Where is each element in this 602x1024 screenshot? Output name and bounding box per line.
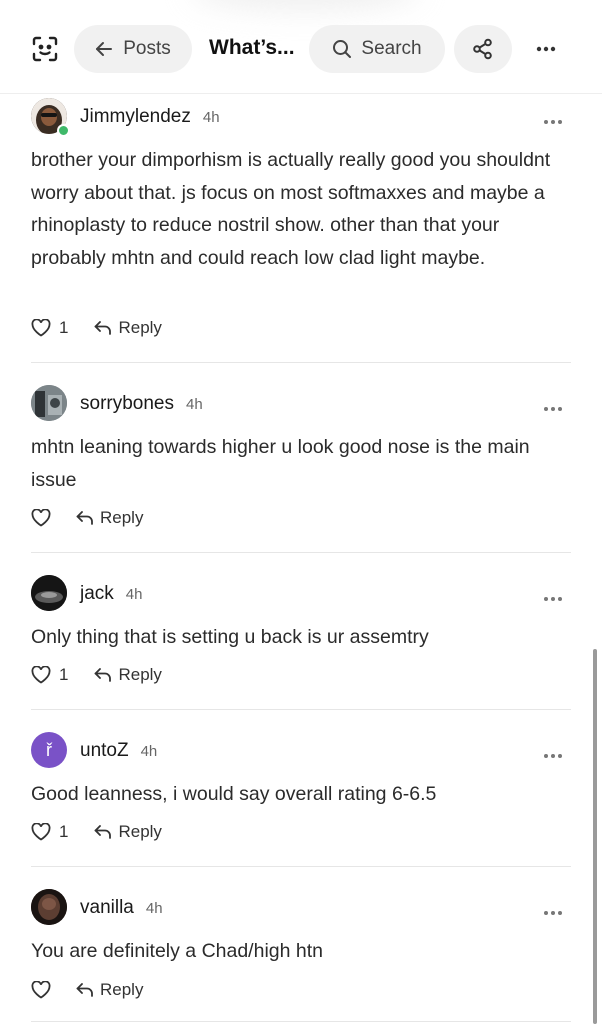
more-horizontal-icon[interactable] (532, 38, 560, 60)
divider (31, 1021, 571, 1022)
comment-time: 4h (125, 586, 143, 603)
divider (31, 552, 571, 553)
comment-time: 4h (140, 743, 158, 760)
divider (31, 709, 571, 710)
comment-text: mhtn leaning towards higher u look good … (31, 436, 530, 491)
reply-arrow-icon[interactable] (94, 321, 112, 335)
comment-actions: 1 Reply (31, 822, 162, 842)
comment-actions: Reply (31, 980, 143, 1000)
heart-icon[interactable] (31, 319, 51, 337)
comment-actions: 1 Reply (31, 318, 162, 338)
back-to-posts-button[interactable]: Posts (74, 25, 192, 73)
avatar-letter: ř (46, 739, 52, 760)
heart-icon[interactable] (31, 509, 51, 527)
share-button[interactable] (454, 25, 512, 73)
scrollbar[interactable] (593, 649, 597, 1024)
comment-more-icon[interactable] (543, 903, 563, 921)
comment-author[interactable]: jack 4h (80, 583, 142, 605)
comment-text: You are definitely a Chad/high htn (31, 940, 323, 962)
avatar[interactable] (31, 575, 67, 611)
comment-more-icon[interactable] (543, 399, 563, 417)
page-title: What’s... (209, 36, 295, 59)
reply-arrow-icon[interactable] (76, 983, 94, 997)
reply-button[interactable]: Reply (100, 980, 143, 1000)
comment-author[interactable]: untoZ 4h (80, 740, 157, 762)
heart-icon[interactable] (31, 666, 51, 684)
comment-actions: Reply (31, 508, 143, 528)
like-count: 1 (59, 822, 69, 841)
like-count: 1 (59, 318, 69, 337)
comment-actions: 1 Reply (31, 665, 162, 685)
heart-icon[interactable] (31, 823, 51, 841)
reply-arrow-icon[interactable] (94, 668, 112, 682)
comment-time: 4h (186, 396, 203, 413)
reply-arrow-icon[interactable] (76, 511, 94, 525)
reply-button[interactable]: Reply (118, 822, 161, 842)
comment-text: brother your dimporhism is actually real… (31, 149, 551, 269)
like-count: 1 (59, 665, 69, 684)
reply-button[interactable]: Reply (118, 318, 161, 338)
share-icon (472, 38, 494, 60)
comment-author[interactable]: sorrybones 4h (80, 393, 203, 415)
comment-more-icon[interactable] (543, 746, 563, 764)
avatar[interactable]: ř (31, 732, 67, 768)
search-button[interactable]: Search (309, 25, 445, 73)
reply-button[interactable]: Reply (100, 508, 143, 528)
avatar[interactable] (31, 889, 67, 925)
comment-author[interactable]: vanilla 4h (80, 897, 163, 919)
online-status-dot (57, 124, 70, 137)
divider (31, 362, 571, 363)
header-glow (190, 0, 420, 10)
comment-more-icon[interactable] (543, 589, 563, 607)
back-label: Posts (123, 38, 171, 59)
reply-arrow-icon[interactable] (94, 825, 112, 839)
comment-text: Good leanness, i would say overall ratin… (31, 783, 437, 805)
comment-more-icon[interactable] (543, 112, 563, 130)
heart-icon[interactable] (31, 981, 51, 999)
comment-time: 4h (145, 900, 163, 917)
search-label: Search (361, 38, 422, 59)
search-icon (332, 39, 352, 59)
reply-button[interactable]: Reply (118, 665, 161, 685)
scan-face-icon[interactable] (30, 34, 60, 64)
comment-time: 4h (202, 109, 220, 126)
comment-author[interactable]: Jimmylendez 4h (80, 106, 220, 128)
divider (31, 866, 571, 867)
avatar[interactable] (31, 385, 67, 421)
top-bar: Posts What’s... Search (0, 0, 602, 94)
comment-text: Only thing that is setting u back is ur … (31, 626, 429, 648)
arrow-left-icon (95, 41, 113, 57)
